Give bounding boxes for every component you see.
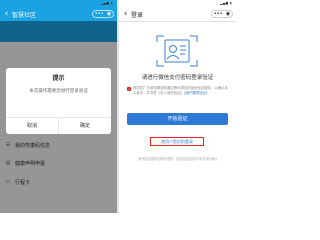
consent-row: ✓ 我同意广东政务服务网通过腾讯提供的身份验证服务，以确认本人身份，并同意《本人…	[127, 86, 229, 96]
nav-bar: ‹ 登录 ••• ◉	[119, 7, 236, 22]
right-phone-screen: ▂▄▆ ▮ ‹ 登录 ••• ◉ 请进行微信支付密码登录验证 ✓ 我同意广东政务…	[119, 0, 236, 213]
cancel-button[interactable]: 取消	[6, 118, 58, 134]
login-prompt-dialog: 提示 本次操作需要您进行登录验证 取消 确定	[6, 68, 111, 134]
consent-checkbox[interactable]: ✓	[127, 86, 131, 91]
back-icon[interactable]: ‹	[121, 7, 130, 21]
verification-heading: 请进行微信支付密码登录验证	[141, 75, 214, 81]
agreement-link[interactable]: 《用户服务协议》	[184, 91, 209, 95]
page-title: 智慧社区	[12, 11, 37, 19]
more-icon[interactable]: •••	[95, 11, 104, 17]
more-icon[interactable]: •••	[214, 11, 223, 17]
mini-program-capsule: ••• ◉	[92, 10, 114, 18]
back-icon[interactable]: ‹	[2, 7, 11, 21]
consent-body: 我同意广东政务服务网通过腾讯提供的身份验证服务，以确认本人身份，并同意《本人身份…	[133, 86, 228, 95]
dialog-message: 本次操作需要您进行登录验证	[29, 89, 88, 94]
consent-text: 我同意广东政务服务网通过腾讯提供的身份验证服务，以确认本人身份，并同意《本人身份…	[133, 86, 229, 96]
dialog-button-row: 取消 确定	[6, 117, 111, 134]
status-bar: ▂▄▆ ▮	[0, 0, 117, 7]
mini-program-capsule: ••• ◉	[211, 10, 233, 18]
footer-note: 身份验证服务由腾讯提供，验证信息仅用于本次身份确认	[138, 157, 218, 161]
nav-bar: ‹ 智慧社区 ••• ◉	[0, 7, 117, 21]
start-verification-button[interactable]: 开始验证	[127, 113, 228, 125]
signal-icon: ▂▄▆ ▮	[100, 1, 113, 5]
dialog-title: 提示	[52, 75, 65, 82]
face-id-icon	[155, 34, 199, 68]
page-title: 登录	[131, 11, 144, 19]
status-bar: ▂▄▆ ▮	[119, 0, 236, 7]
left-phone-screen: ▂▄▆ ▮ ‹ 智慧社区 ••• ◉ ☰ 我的粤康码信息 ▤ 健康声明申报 ▭ …	[0, 0, 117, 213]
confirm-button[interactable]: 确定	[58, 118, 111, 134]
close-icon[interactable]: ◉	[226, 11, 230, 17]
signal-icon: ▂▄▆ ▮	[219, 1, 232, 5]
face-login-link[interactable]: 使用人脸识别登录	[150, 137, 204, 146]
close-icon[interactable]: ◉	[107, 11, 111, 17]
